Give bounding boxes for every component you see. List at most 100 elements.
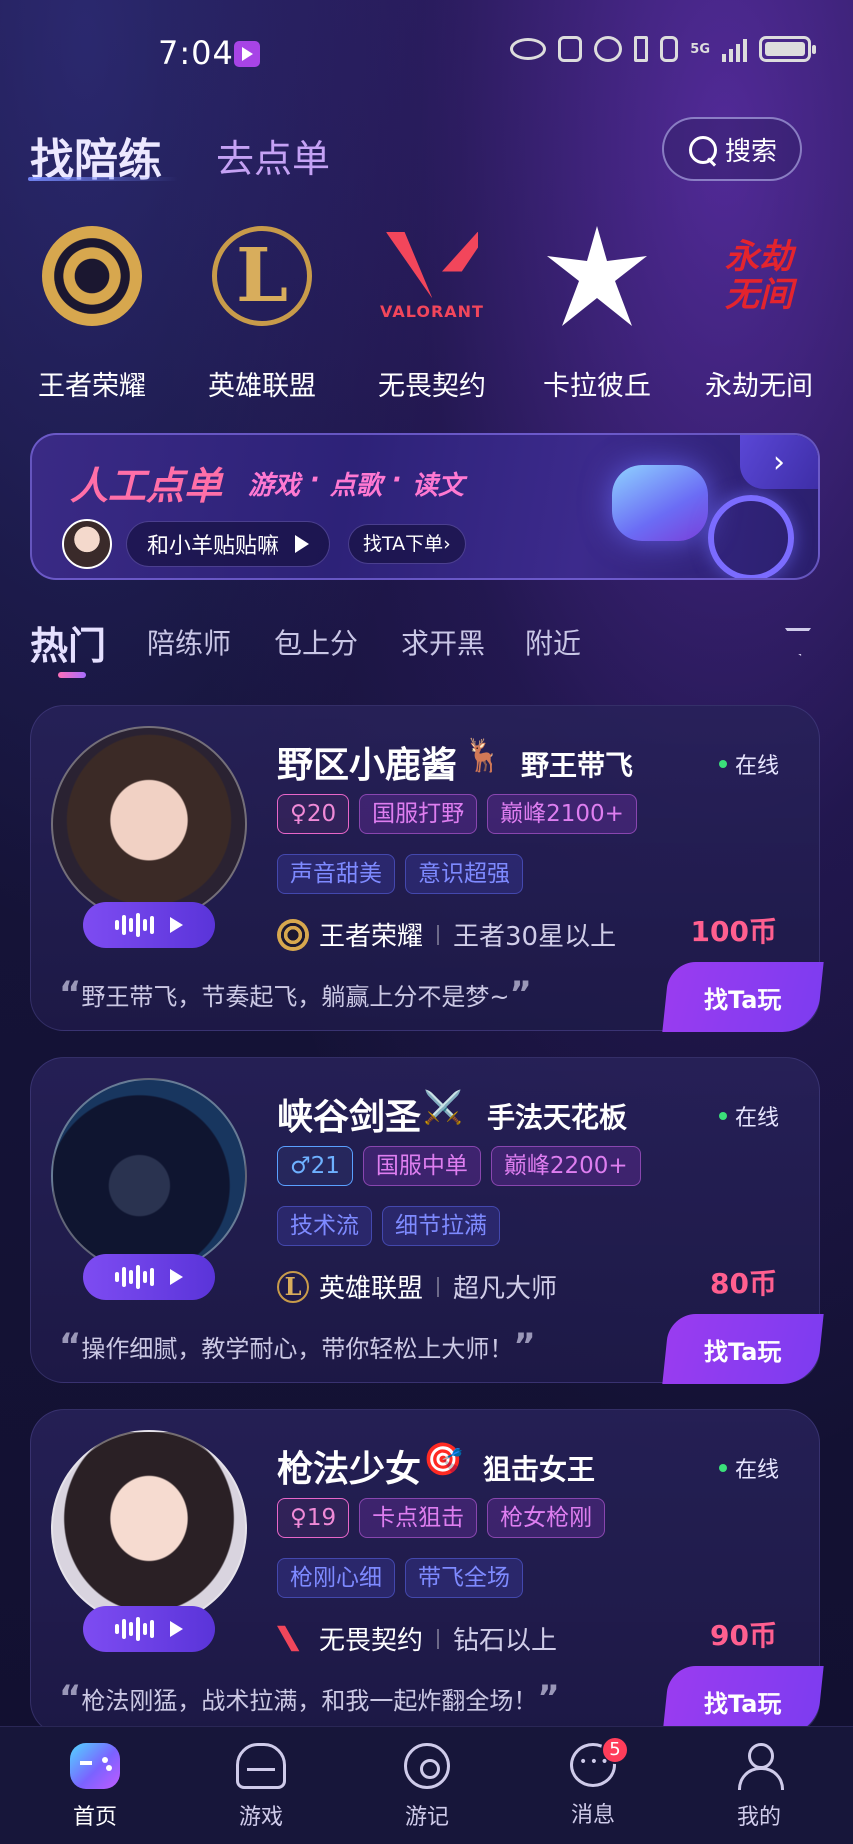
tab-label: 游戏 xyxy=(238,1805,283,1830)
category-tab-team-up[interactable]: 求开黑 xyxy=(401,622,485,662)
play-with-button[interactable]: 找Ta玩 xyxy=(662,1314,824,1384)
online-status: 在线 xyxy=(718,1452,779,1484)
game-item-honor-of-kings[interactable]: 王者荣耀 xyxy=(12,220,172,403)
league-of-legends-logo-icon: L xyxy=(277,1270,309,1303)
gender-age-badge: ♂21 xyxy=(277,1146,353,1186)
voice-pill[interactable]: 和小羊贴贴嘛 xyxy=(126,521,331,567)
play-icon xyxy=(170,1621,183,1637)
unread-badge: 5 xyxy=(601,1736,629,1764)
league-of-legends-logo-icon: L xyxy=(212,226,312,326)
game-name: 英雄联盟 xyxy=(208,371,316,402)
play-icon xyxy=(295,535,310,553)
bluetooth-icon xyxy=(634,36,649,62)
voice-intro-button[interactable] xyxy=(83,1254,215,1300)
companion-card[interactable]: 枪法少女 🎯 狙击女王 在线 ♀19 卡点狙击 枪女枪刚 枪刚心细 带飞全场 无… xyxy=(30,1409,824,1736)
category-tab-coach[interactable]: 陪练师 xyxy=(147,622,231,662)
price: 100币 xyxy=(690,915,777,948)
strinova-logo-icon xyxy=(547,226,647,326)
trait-tag: 意识超强 xyxy=(405,854,523,894)
game-rank-line: 王者荣耀 王者30星以上 xyxy=(277,916,616,953)
sound-wave-icon xyxy=(115,1617,154,1641)
network-type: 5G xyxy=(690,41,710,57)
avatar[interactable] xyxy=(62,519,112,569)
banner-user-name: 和小羊贴贴嘛 xyxy=(147,534,280,559)
trait-tag: 声音甜美 xyxy=(277,854,395,894)
skill-tag: 巅峰2100+ xyxy=(487,794,637,834)
gender-age-badge: ♀20 xyxy=(277,794,350,834)
avatar[interactable] xyxy=(51,726,247,922)
target-icon: 🎯 xyxy=(423,1440,463,1478)
valorant-logo-icon: VALORANT xyxy=(380,226,483,326)
gamepad-illustration xyxy=(612,465,708,541)
battery-icon xyxy=(759,36,816,62)
game-item-league-of-legends[interactable]: L 英雄联盟 xyxy=(182,220,342,403)
category-tab-nearby[interactable]: 附近 xyxy=(525,622,581,662)
avatar[interactable] xyxy=(51,1078,247,1274)
tab-active-indicator xyxy=(28,177,178,181)
headphones-illustration xyxy=(708,495,794,578)
search-icon xyxy=(687,134,717,164)
bottom-tab-bar: 首页 游戏 游记 5 消息 我的 xyxy=(0,1726,853,1844)
travel-icon xyxy=(404,1743,450,1789)
skill-tag: 卡点狙击 xyxy=(359,1498,478,1538)
search-button[interactable]: 搜索 xyxy=(662,117,802,181)
manual-order-banner[interactable]: 人工点单 游戏 · 点歌 · 读文 和小羊贴贴嘛 找TA下单› › xyxy=(30,433,820,580)
status-time: 7:04 xyxy=(158,34,234,72)
category-active-indicator xyxy=(58,672,86,678)
voice-intro-button[interactable] xyxy=(83,902,215,948)
skill-tag: 枪女枪刚 xyxy=(487,1498,606,1538)
game-rank-line: L 英雄联盟 超凡大师 xyxy=(277,1268,557,1305)
online-dot-icon xyxy=(718,1112,727,1120)
home-gamepad-icon xyxy=(70,1743,120,1789)
game-helmet-icon xyxy=(236,1743,286,1789)
tab-messages[interactable]: 5 消息 xyxy=(533,1736,653,1829)
tab-travel[interactable]: 游记 xyxy=(367,1743,487,1831)
category-tab-hot[interactable]: 热门 xyxy=(30,615,106,670)
game-name: 王者荣耀 xyxy=(319,922,424,952)
sound-wave-icon xyxy=(115,1265,154,1289)
game-item-valorant[interactable]: VALORANT 无畏契约 xyxy=(352,220,512,403)
filter-icon[interactable] xyxy=(785,628,811,656)
play-with-button[interactable]: 找Ta玩 xyxy=(662,962,824,1032)
avatar[interactable] xyxy=(51,1430,247,1626)
chevron-right-icon[interactable]: › xyxy=(740,435,818,489)
price: 90币 xyxy=(710,1619,777,1652)
category-tab-boost[interactable]: 包上分 xyxy=(274,622,358,662)
skill-tag: 国服打野 xyxy=(359,794,478,834)
game-name: 永劫无间 xyxy=(705,371,813,402)
game-name: 卡拉彼丘 xyxy=(543,371,651,402)
deer-icon: 🦌 xyxy=(463,736,503,774)
vibrate-icon xyxy=(660,36,679,62)
profile-icon xyxy=(736,1743,784,1790)
find-ta-order-button[interactable]: 找TA下单› xyxy=(348,524,466,564)
eye-icon xyxy=(510,38,547,60)
game-item-strinova[interactable]: 卡拉彼丘 xyxy=(517,220,677,403)
tab-label: 我的 xyxy=(736,1805,781,1830)
companion-card[interactable]: 峡谷剑圣 ⚔️ 手法天花板 在线 ♂21 国服中单 巅峰2200+ 技术流 细节… xyxy=(30,1057,824,1384)
rank-requirement: 钻石以上 xyxy=(453,1626,558,1656)
voice-intro-button[interactable] xyxy=(83,1606,215,1652)
skill-tag: 国服中单 xyxy=(362,1146,481,1186)
game-item-naraka[interactable]: 永劫无间 永劫无间 xyxy=(679,220,839,403)
signal-icon xyxy=(722,36,747,62)
tab-home[interactable]: 首页 xyxy=(35,1743,155,1831)
companion-card[interactable]: 野区小鹿酱 🦌 野王带飞 在线 ♀20 国服打野 巅峰2100+ 声音甜美 意识… xyxy=(30,705,824,1032)
alarm-icon xyxy=(594,36,623,62)
tab-profile[interactable]: 我的 xyxy=(699,1743,819,1831)
companion-quote: “枪法刚猛，战术拉满，和我一起炸翻全场！” xyxy=(59,1678,560,1718)
companion-name: 峡谷剑圣 xyxy=(277,1097,422,1138)
naraka-logo-icon: 永劫无间 xyxy=(725,237,793,315)
companion-title: 狙击女王 xyxy=(483,1453,596,1486)
valorant-logo-icon xyxy=(277,1625,300,1652)
tab-place-order[interactable]: 去点单 xyxy=(216,128,330,183)
online-status: 在线 xyxy=(718,1100,779,1132)
companion-name: 枪法少女 xyxy=(277,1449,422,1490)
rank-requirement: 王者30星以上 xyxy=(453,922,617,952)
play-icon xyxy=(170,1269,183,1285)
online-dot-icon xyxy=(718,760,727,768)
tab-games[interactable]: 游戏 xyxy=(201,1743,321,1831)
game-name: 王者荣耀 xyxy=(38,371,146,402)
game-grid: 王者荣耀 L 英雄联盟 VALORANT 无畏契约 卡拉彼丘 永劫无间 永劫无间 xyxy=(0,220,853,402)
tab-label: 首页 xyxy=(72,1805,117,1830)
game-name: 无畏契约 xyxy=(378,371,486,402)
